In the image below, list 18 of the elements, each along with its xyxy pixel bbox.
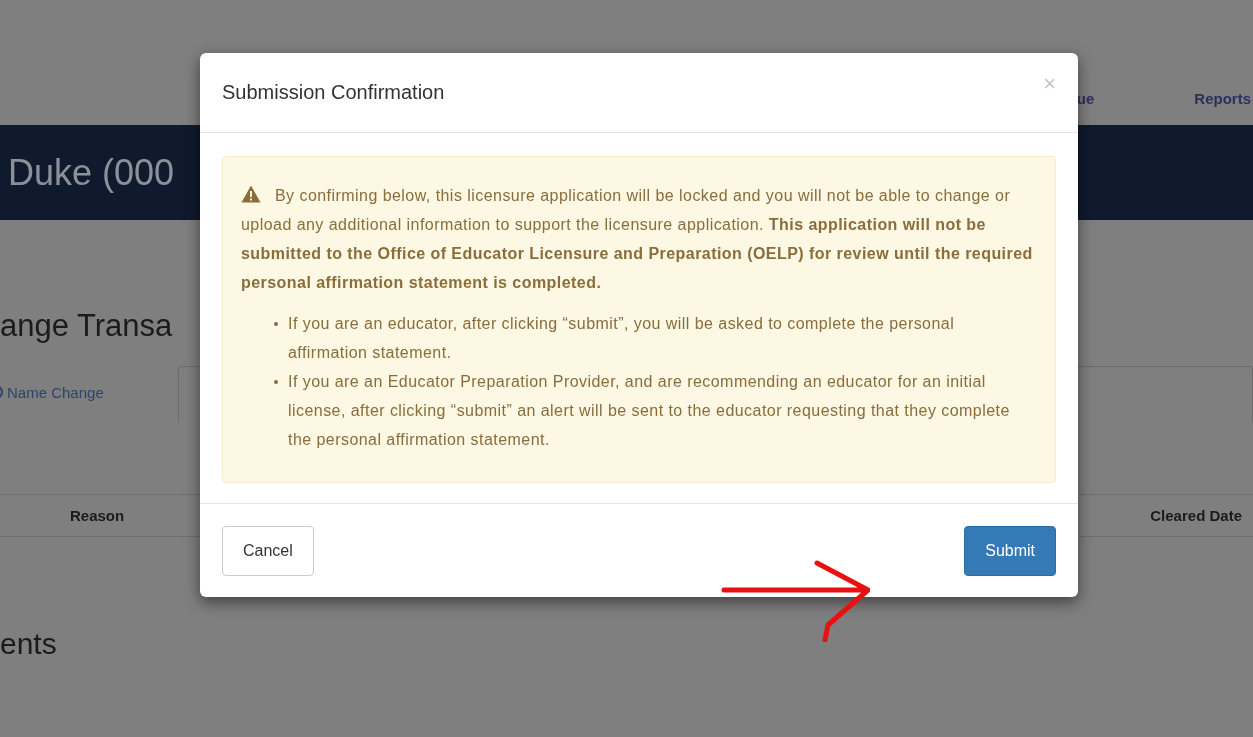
bullet-icon xyxy=(274,380,278,384)
close-button[interactable]: × xyxy=(1043,70,1056,97)
section-title: ange Transa xyxy=(0,308,173,344)
nav-link[interactable]: Reports xyxy=(1194,90,1251,107)
cancel-button[interactable]: Cancel xyxy=(222,526,314,576)
column-header: Cleared Date xyxy=(1150,507,1242,524)
bullet-text: If you are an educator, after clicking “submit”, you will be asked to complete the personal affirmation statement. xyxy=(288,315,955,361)
warning-icon xyxy=(241,185,261,203)
section-title: ents xyxy=(0,627,57,661)
banner-title: Duke (000 xyxy=(8,151,175,194)
modal-title: Submission Confirmation xyxy=(222,81,445,104)
tab[interactable]: Name Change xyxy=(0,366,178,422)
column-header: Reason xyxy=(70,507,125,524)
submit-button[interactable]: Submit xyxy=(964,526,1056,576)
bullet-icon xyxy=(274,322,278,326)
bullet-text: If you are an Educator Preparation Provider, and are recommending an educator for an initial license, after clicking “submit” an alert will be sent to the educator requesting that they complete the personal affirmation statement. xyxy=(288,373,1010,448)
nav-link[interactable]: ue xyxy=(1076,90,1095,107)
alert-text: By confirming below, this licensure application will be locked and you will not be able to change or upload any additional information to support the licensure application. This application will not be submitted to the Office of Educator Licensure and Preparation (OELP) for review until the required personal affirmation statement is completed. xyxy=(241,184,1034,293)
